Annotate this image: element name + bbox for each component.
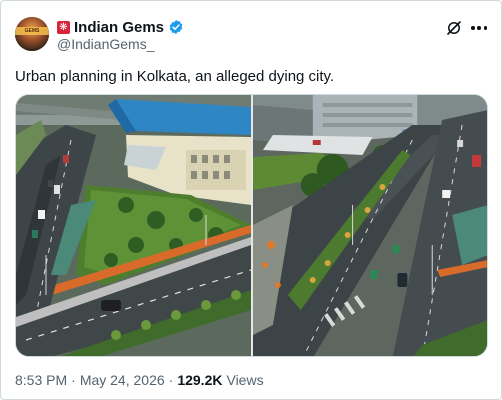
grok-icon[interactable] — [445, 19, 463, 37]
tweet-meta: 8:53 PM · May 24, 2026 · 129.2K Views — [15, 372, 264, 388]
meta-separator: · — [168, 372, 174, 388]
photo-1-illustration — [16, 95, 251, 356]
flag-emoji-icon: ❋ — [57, 20, 70, 34]
author-handle[interactable]: @IndianGems_ — [57, 36, 154, 52]
media-photo-2[interactable] — [253, 95, 487, 356]
views-count: 129.2K — [177, 372, 223, 388]
avatar-text: GEMS — [24, 28, 40, 34]
author-name-row[interactable]: ❋ Indian Gems — [57, 17, 184, 37]
photo-2-illustration — [253, 95, 487, 356]
avatar[interactable]: GEMS — [15, 17, 49, 51]
author-display-name[interactable]: Indian Gems — [74, 19, 164, 36]
more-dot-icon — [477, 26, 481, 30]
more-options-icon[interactable] — [469, 19, 489, 37]
tweet-date[interactable]: May 24, 2026 — [80, 372, 165, 388]
views-label: Views — [226, 372, 264, 388]
tweet-text: Urban planning in Kolkata, an alleged dy… — [15, 68, 335, 85]
more-dot-icon — [471, 26, 475, 30]
tweet-card[interactable]: GEMS ❋ Indian Gems @IndianGems_ Urban pl… — [0, 0, 502, 400]
media-grid — [15, 94, 488, 357]
meta-separator: · — [71, 372, 76, 388]
more-dot-icon — [483, 26, 487, 30]
verified-badge-icon — [169, 20, 183, 34]
tweet-time[interactable]: 8:53 PM — [15, 372, 67, 388]
media-photo-1[interactable] — [16, 95, 251, 356]
